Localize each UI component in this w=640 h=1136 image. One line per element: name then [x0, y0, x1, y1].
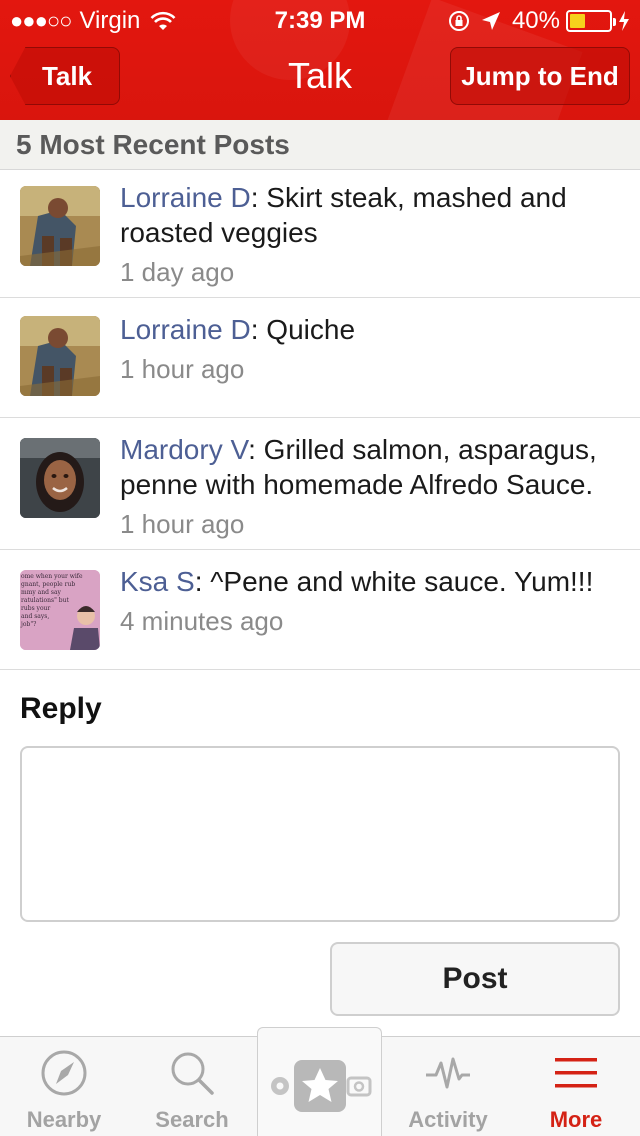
tab-label: Nearby	[26, 1107, 102, 1132]
tab-label: Activity	[408, 1107, 488, 1132]
post-author[interactable]: Lorraine D	[120, 314, 251, 345]
post-text: Ksa S: ^Pene and white sauce. Yum!!!	[120, 564, 624, 599]
battery-percent: 40%	[511, 7, 560, 34]
list-item[interactable]: Lorraine D: Skirt steak, mashed and roas…	[0, 170, 640, 298]
post-body: Lorraine D: Quiche 1 hour ago	[120, 312, 624, 385]
meme-line: rubs your	[21, 605, 50, 612]
meme-line: gnant, people rub	[21, 581, 75, 588]
status-bar: ●●●○○ Virgin 7:39 PM 40%	[0, 0, 640, 40]
lorraine-photo-image	[20, 186, 100, 266]
author-separator: :	[194, 566, 211, 597]
avatar[interactable]	[20, 316, 100, 396]
charging-bolt-icon	[619, 11, 629, 31]
tab-label: Search	[155, 1107, 229, 1132]
jump-to-end-button[interactable]: Jump to End	[450, 47, 630, 105]
avatar[interactable]: ome when your wife gnant, people rub mmy…	[20, 570, 100, 650]
post-author[interactable]: Lorraine D	[120, 182, 251, 213]
post-text: Lorraine D: Skirt steak, mashed and roas…	[120, 180, 624, 250]
list-item[interactable]: ome when your wife gnant, people rub mmy…	[0, 550, 640, 670]
post-message: Quiche	[266, 314, 356, 345]
search-icon	[171, 1052, 214, 1095]
post-author[interactable]: Mardory V	[120, 434, 248, 465]
activity-pulse-icon	[426, 1057, 470, 1089]
mardory-photo-image	[20, 438, 100, 518]
location-arrow-icon	[481, 12, 500, 30]
tab-activity[interactable]: Activity	[384, 1037, 512, 1136]
reply-textarea[interactable]	[20, 746, 620, 922]
author-separator: :	[248, 434, 264, 465]
post-timestamp: 1 hour ago	[120, 354, 245, 384]
tab-label: More	[549, 1107, 603, 1132]
post-timestamp: 1 day ago	[120, 257, 235, 287]
ksa-meme-image: ome when your wife gnant, people rub mmy…	[20, 570, 100, 650]
list-item[interactable]: Lorraine D: Quiche 1 hour ago	[0, 298, 640, 418]
meme-line: ome when your wife	[21, 573, 83, 580]
meme-line: job"?	[20, 621, 36, 628]
battery-cap	[613, 18, 616, 26]
author-separator: :	[250, 314, 267, 345]
meme-line: mmy and say	[21, 589, 62, 596]
post-message: ^Pene and white sauce. Yum!!!	[210, 566, 594, 597]
post-body: Lorraine D: Skirt steak, mashed and roas…	[120, 180, 624, 288]
battery-level	[570, 14, 585, 28]
section-title: 5 Most Recent Posts	[0, 120, 640, 170]
menu-icon	[555, 1058, 597, 1088]
post-body: Ksa S: ^Pene and white sauce. Yum!!! 4 m…	[120, 564, 624, 637]
tab-bar: Nearby Search Activity More	[0, 1027, 640, 1136]
tab-more[interactable]: More	[512, 1037, 640, 1136]
battery-icon	[566, 10, 616, 32]
reply-label: Reply	[20, 692, 102, 725]
post-timestamp: 4 minutes ago	[120, 606, 284, 636]
lorraine-photo-image	[20, 316, 100, 396]
author-separator: :	[250, 182, 267, 213]
posts-list: Lorraine D: Skirt steak, mashed and roas…	[0, 170, 640, 670]
app-header: ●●●○○ Virgin 7:39 PM 40% Talk Talk Jump …	[0, 0, 640, 120]
post-text: Lorraine D: Quiche	[120, 312, 624, 347]
orientation-lock-icon	[448, 11, 469, 31]
status-right: 40%	[448, 7, 630, 35]
post-button[interactable]: Post	[330, 942, 620, 1016]
post-timestamp: 1 hour ago	[120, 509, 245, 539]
check-in-star-icon	[271, 1060, 372, 1112]
post-author[interactable]: Ksa S	[120, 566, 195, 597]
tab-search[interactable]: Search	[128, 1037, 256, 1136]
navigation-bar: Talk Talk Jump to End	[0, 40, 640, 120]
meme-line: and says,	[21, 613, 49, 620]
avatar[interactable]	[20, 438, 100, 518]
meme-line: ratulations" but	[21, 597, 69, 604]
tab-nearby[interactable]: Nearby	[0, 1037, 128, 1136]
post-body: Mardory V: Grilled salmon, asparagus, pe…	[120, 432, 624, 540]
list-item[interactable]: Mardory V: Grilled salmon, asparagus, pe…	[0, 418, 640, 550]
post-text: Mardory V: Grilled salmon, asparagus, pe…	[120, 432, 624, 502]
compass-icon	[41, 1050, 87, 1096]
tab-check-in[interactable]	[257, 1027, 382, 1136]
avatar[interactable]	[20, 186, 100, 266]
